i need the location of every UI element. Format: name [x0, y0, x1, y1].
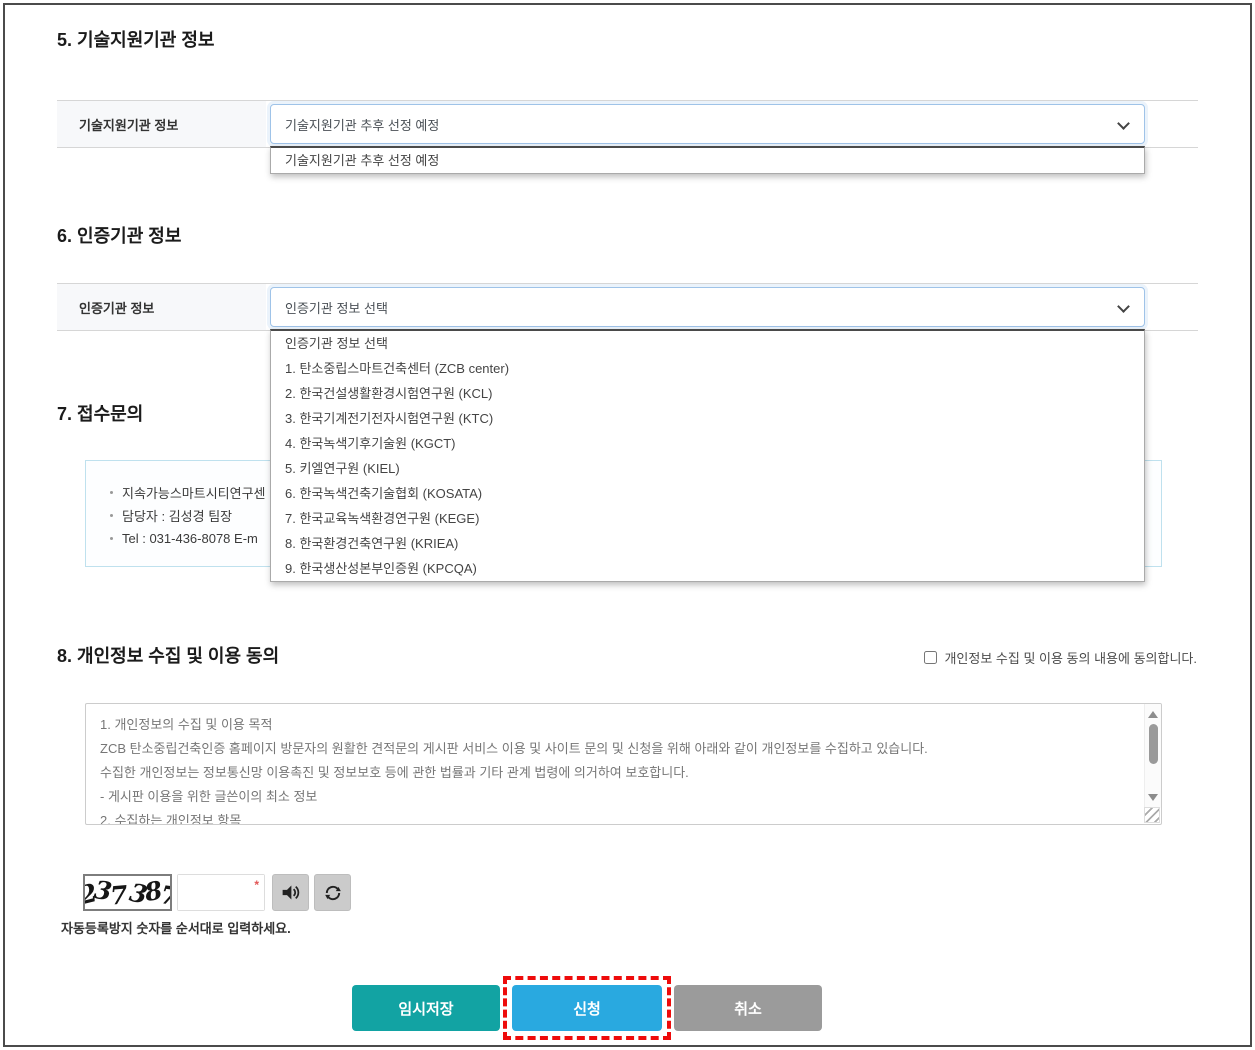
- privacy-policy-line: 1. 개인정보의 수집 및 이용 목적: [100, 713, 1131, 737]
- privacy-agree-label: 개인정보 수집 및 이용 동의 내용에 동의합니다.: [944, 648, 1197, 667]
- privacy-policy-line: - 게시판 이용을 위한 글쓴이의 최소 정보: [100, 785, 1131, 809]
- privacy-policy-textarea[interactable]: 1. 개인정보의 수집 및 이용 목적ZCB 탄소중립건축인증 홈페이지 방문자…: [85, 703, 1162, 825]
- submit-button[interactable]: 신청: [512, 985, 662, 1031]
- dropdown-option[interactable]: 7. 한국교육녹색환경연구원 (KEGE): [271, 506, 1144, 531]
- certifier-row-label: 인증기관 정보: [57, 284, 266, 330]
- application-form-page: 5. 기술지원기관 정보 기술지원기관 정보 기술지원기관 추후 선정 예정 기…: [0, 0, 1255, 1050]
- section6-title: 6. 인증기관 정보: [57, 222, 181, 248]
- privacy-policy-text: 1. 개인정보의 수집 및 이용 목적ZCB 탄소중립건축인증 홈페이지 방문자…: [86, 704, 1161, 825]
- techsupport-row-label: 기술지원기관 정보: [57, 101, 266, 147]
- captcha-refresh-button[interactable]: [314, 874, 351, 911]
- privacy-policy-line: ZCB 탄소중립건축인증 홈페이지 방문자의 원활한 견적문의 게시판 서비스 …: [100, 737, 1131, 761]
- dropdown-option[interactable]: 4. 한국녹색기후기술원 (KGCT): [271, 431, 1144, 456]
- scrollbar-thumb[interactable]: [1149, 724, 1158, 764]
- dropdown-option[interactable]: 8. 한국환경건축연구원 (KRIEA): [271, 531, 1144, 556]
- scroll-down-icon[interactable]: [1148, 794, 1158, 801]
- bullet-dot-icon: [110, 514, 113, 517]
- chevron-down-icon: [1117, 300, 1130, 313]
- speaker-icon: [280, 882, 301, 903]
- scroll-up-icon[interactable]: [1148, 711, 1158, 718]
- captcha-image: 237387: [83, 874, 172, 911]
- techsupport-select-value: 기술지원기관 추후 선정 예정: [285, 115, 439, 134]
- captcha-hint: 자동등록방지 숫자를 순서대로 입력하세요.: [61, 918, 291, 937]
- temp-save-button[interactable]: 임시저장: [352, 985, 500, 1031]
- bullet-dot-icon: [110, 537, 113, 540]
- chevron-down-icon: [1117, 117, 1130, 130]
- dropdown-option[interactable]: 9. 한국생산성본부인증원 (KPCQA): [271, 556, 1144, 581]
- privacy-policy-line: 수집한 개인정보는 정보통신망 이용촉진 및 정보보호 등에 관한 법률과 기타…: [100, 761, 1131, 785]
- dropdown-option[interactable]: 6. 한국녹색건축기술협회 (KOSATA): [271, 481, 1144, 506]
- captcha-audio-button[interactable]: [272, 874, 309, 911]
- dropdown-option[interactable]: 기술지원기관 추후 선정 예정: [271, 148, 1144, 173]
- privacy-agree-checkbox[interactable]: [924, 651, 937, 664]
- dropdown-option[interactable]: 1. 탄소중립스마트건축센터 (ZCB center): [271, 356, 1144, 381]
- certifier-dropdown: 인증기관 정보 선택1. 탄소중립스마트건축센터 (ZCB center)2. …: [270, 329, 1145, 582]
- dropdown-option[interactable]: 3. 한국기계전기전자시험연구원 (KTC): [271, 406, 1144, 431]
- cancel-button[interactable]: 취소: [674, 985, 822, 1031]
- certifier-select[interactable]: 인증기관 정보 선택: [270, 287, 1145, 327]
- techsupport-dropdown: 기술지원기관 추후 선정 예정: [270, 146, 1145, 174]
- required-asterisk: *: [254, 878, 259, 892]
- textarea-resize-handle[interactable]: [1144, 807, 1160, 823]
- dropdown-option[interactable]: 2. 한국건설생활환경시험연구원 (KCL): [271, 381, 1144, 406]
- bullet-dot-icon: [110, 491, 113, 494]
- textarea-scrollbar[interactable]: [1144, 704, 1161, 808]
- captcha-input-wrap: *: [177, 874, 265, 911]
- section5-title: 5. 기술지원기관 정보: [57, 26, 215, 52]
- section8-title: 8. 개인정보 수집 및 이용 동의: [57, 642, 279, 668]
- section7-title: 7. 접수문의: [57, 400, 143, 426]
- dropdown-option[interactable]: 인증기관 정보 선택: [271, 331, 1144, 356]
- refresh-icon: [323, 883, 343, 903]
- certifier-select-value: 인증기관 정보 선택: [285, 298, 388, 317]
- captcha-input[interactable]: [178, 875, 264, 910]
- dropdown-option[interactable]: 5. 키엘연구원 (KIEL): [271, 456, 1144, 481]
- privacy-policy-line: 2. 수집하는 개인정보 항목: [100, 809, 1131, 825]
- techsupport-select[interactable]: 기술지원기관 추후 선정 예정: [270, 104, 1145, 144]
- privacy-agree-row[interactable]: 개인정보 수집 및 이용 동의 내용에 동의합니다.: [924, 648, 1197, 667]
